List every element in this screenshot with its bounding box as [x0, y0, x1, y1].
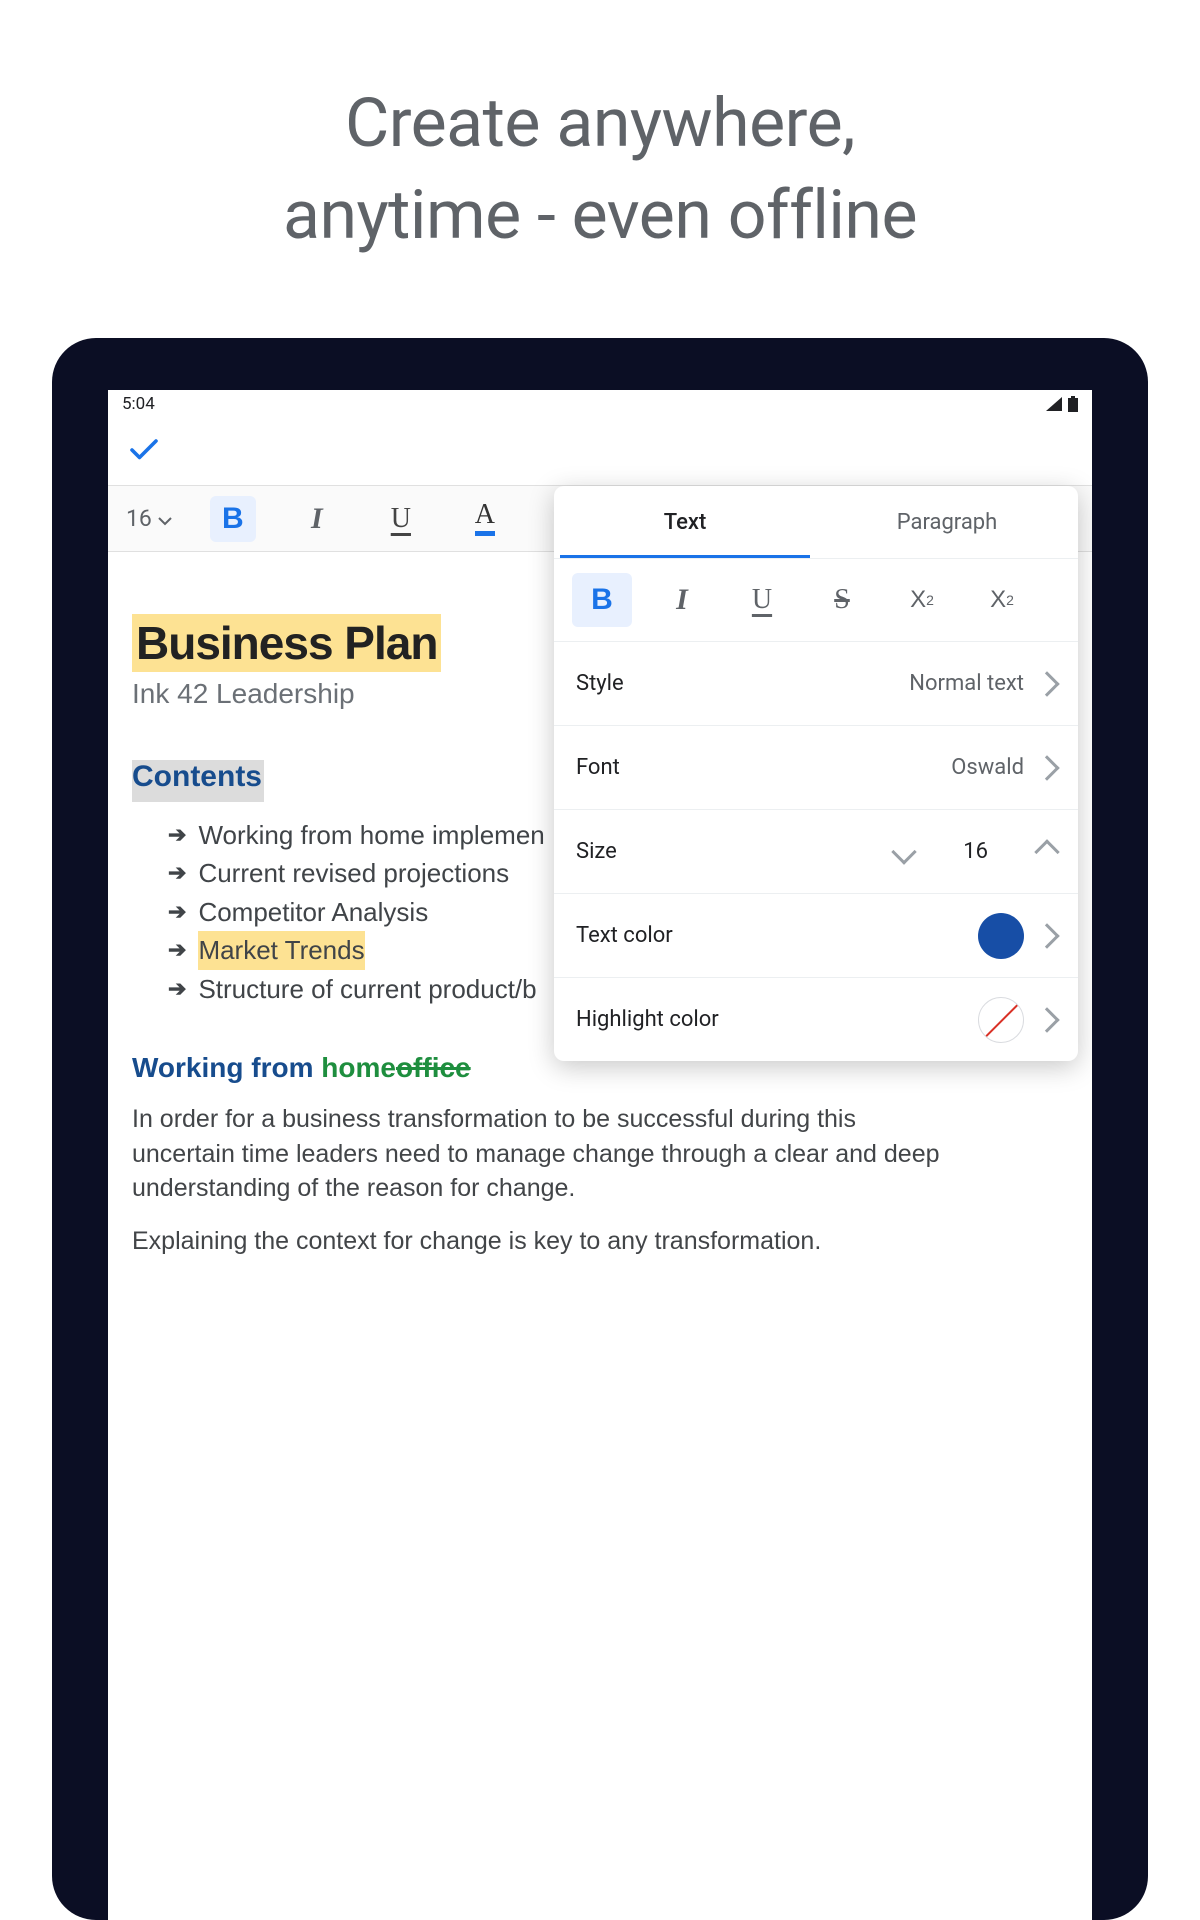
highlight-color-label: Highlight color [576, 1007, 719, 1032]
tablet-screen: 5:04 16 B [108, 390, 1092, 1920]
tab-paragraph[interactable]: Paragraph [816, 486, 1078, 558]
tablet-frame: 5:04 16 B [52, 338, 1148, 1920]
section-heading-prefix: Working from [132, 1052, 321, 1083]
arrow-icon: ➔ [168, 973, 184, 1006]
battery-icon [1068, 396, 1078, 412]
underline-button[interactable]: U [378, 496, 424, 542]
list-item-text: Current revised projections [198, 854, 509, 892]
contents-heading[interactable]: Contents [132, 760, 264, 802]
size-label: Size [576, 839, 617, 864]
section-heading-office: office [396, 1052, 471, 1083]
size-value: 16 [963, 839, 988, 864]
paragraph[interactable]: Explaining the context for change is key… [132, 1224, 952, 1259]
text-format-panel: Text Paragraph B I U S X2 X2 Style Norma… [554, 486, 1078, 1061]
arrow-icon: ➔ [168, 896, 184, 929]
paragraph[interactable]: In order for a business transformation t… [132, 1102, 952, 1206]
size-row: Size 16 [554, 809, 1078, 893]
chevron-right-icon [1034, 755, 1059, 780]
section-heading-home: home [321, 1052, 396, 1083]
panel-bold-button[interactable]: B [572, 573, 632, 627]
arrow-icon: ➔ [168, 819, 184, 852]
size-decrease-button[interactable] [892, 839, 917, 864]
style-label: Style [576, 671, 624, 696]
style-value: Normal text [909, 671, 1024, 696]
highlight-color-swatch [978, 997, 1024, 1043]
panel-superscript-button[interactable]: X2 [892, 573, 952, 627]
headline-text: Create anywhere,anytime - even offline [0, 0, 1200, 262]
font-label: Font [576, 755, 620, 780]
app-bar [108, 418, 1092, 486]
text-color-row[interactable]: Text color [554, 893, 1078, 977]
doc-title[interactable]: Business Plan [132, 614, 441, 672]
panel-underline-button[interactable]: U [732, 573, 792, 627]
font-size-selector[interactable]: 16 [126, 505, 172, 532]
size-increase-button[interactable] [1034, 839, 1059, 864]
text-color-label: Text color [576, 923, 673, 948]
chevron-right-icon [1034, 923, 1059, 948]
arrow-icon: ➔ [168, 857, 184, 890]
chevron-right-icon [1034, 671, 1059, 696]
bold-button[interactable]: B [210, 496, 256, 542]
list-item-text: Working from home implemen [198, 816, 544, 854]
font-size-value: 16 [126, 505, 152, 532]
list-item-text: Market Trends [198, 931, 364, 969]
panel-format-row: B I U S X2 X2 [554, 558, 1078, 641]
confirm-check-icon[interactable] [126, 432, 162, 472]
panel-tabs: Text Paragraph [554, 486, 1078, 558]
italic-button[interactable]: I [294, 496, 340, 542]
highlight-color-row[interactable]: Highlight color [554, 977, 1078, 1061]
panel-subscript-button[interactable]: X2 [972, 573, 1032, 627]
dropdown-caret-icon [158, 505, 172, 532]
style-row[interactable]: Style Normal text [554, 641, 1078, 725]
list-item-text: Structure of current product/b [198, 970, 536, 1008]
font-value: Oswald [951, 755, 1024, 780]
text-color-button[interactable]: A [462, 496, 508, 542]
signal-icon [1046, 397, 1062, 411]
status-time: 5:04 [122, 394, 155, 414]
tab-text[interactable]: Text [554, 486, 816, 558]
panel-italic-button[interactable]: I [652, 573, 712, 627]
panel-strikethrough-button[interactable]: S [812, 573, 872, 627]
arrow-icon: ➔ [168, 934, 184, 967]
status-bar: 5:04 [108, 390, 1092, 418]
list-item-text: Competitor Analysis [198, 893, 428, 931]
font-row[interactable]: Font Oswald [554, 725, 1078, 809]
text-color-letter: A [475, 501, 495, 536]
chevron-right-icon [1034, 1007, 1059, 1032]
text-color-swatch [978, 913, 1024, 959]
